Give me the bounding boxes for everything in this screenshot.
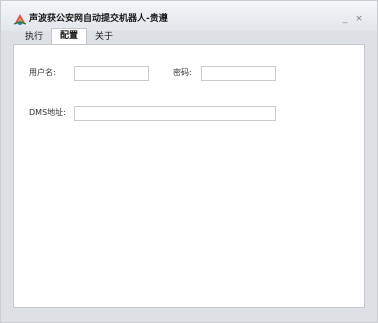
config-panel: 用户名: 密码: DMS地址: — [13, 44, 365, 308]
title-bar[interactable]: 声波获公安网自动提交机器人-贵遵 _ × — [1, 1, 377, 31]
close-button[interactable]: × — [353, 13, 365, 25]
dms-address-field[interactable] — [74, 106, 276, 121]
minimize-button[interactable]: _ — [339, 13, 351, 25]
password-field[interactable] — [201, 66, 276, 81]
username-field[interactable] — [74, 66, 149, 81]
app-logo-icon — [13, 14, 27, 26]
window-title: 声波获公安网自动提交机器人-贵遵 — [29, 14, 168, 24]
username-label: 用户名: — [29, 68, 56, 77]
app-window: 声波获公安网自动提交机器人-贵遵 _ × 执行 配置 关于 用户名: 密码: D… — [0, 0, 378, 323]
tab-execute[interactable]: 执行 — [17, 30, 51, 44]
tab-about[interactable]: 关于 — [87, 30, 121, 44]
password-label: 密码: — [173, 68, 192, 77]
tab-bar: 执行 配置 关于 — [17, 28, 121, 44]
dms-address-label: DMS地址: — [29, 108, 66, 117]
tab-config[interactable]: 配置 — [51, 28, 88, 44]
